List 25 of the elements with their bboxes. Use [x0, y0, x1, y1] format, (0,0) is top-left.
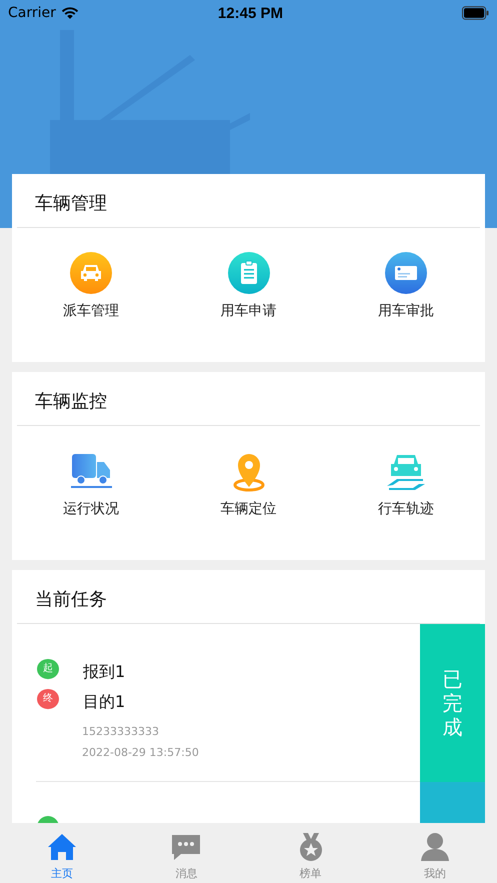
- clipboard-icon: [228, 252, 270, 294]
- chat-bubble-icon: [171, 832, 202, 862]
- menu-item[interactable]: 运行状况: [12, 450, 170, 518]
- menu-item[interactable]: 派车管理: [12, 252, 170, 320]
- destination: 目的1: [83, 692, 126, 712]
- status-time: 12:45 PM: [216, 4, 284, 22]
- section-title: 车辆管理: [34, 192, 108, 216]
- start-location: 报到1: [83, 662, 126, 682]
- person-icon: [420, 832, 450, 862]
- menu-item[interactable]: 用车审批: [327, 252, 486, 320]
- car-icon: [70, 252, 112, 294]
- phone-number: 15233333333: [82, 725, 160, 738]
- id-card-icon: [385, 252, 428, 294]
- menu-item[interactable]: 车辆定位: [170, 450, 328, 518]
- battery-icon: [462, 6, 489, 20]
- menu-item[interactable]: 用车申请: [170, 252, 328, 320]
- home-icon: [47, 832, 78, 862]
- section-title: 车辆监控: [34, 390, 108, 414]
- task-time: 2022-08-29 13:57:50: [82, 746, 200, 759]
- action-panel[interactable]: [420, 782, 485, 823]
- carrier-name: Carrier: [8, 5, 56, 21]
- menu-item[interactable]: 行车轨迹: [327, 450, 486, 518]
- tab-item[interactable]: 主页: [0, 823, 124, 883]
- section-title: 当前任务: [34, 588, 108, 612]
- wifi-icon: [60, 6, 79, 20]
